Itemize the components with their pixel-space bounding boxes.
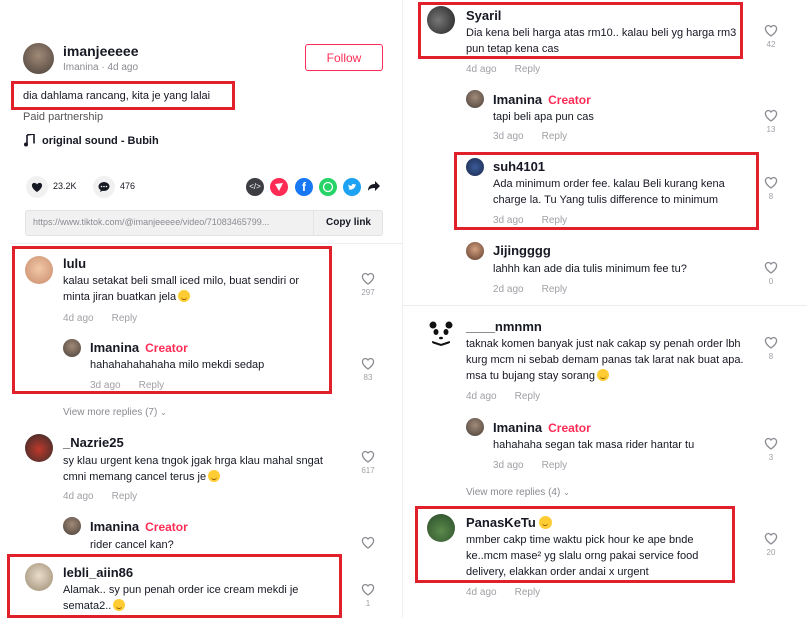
follow-button-label: Follow [326,51,362,65]
reply-meta: 2d ago Reply [493,284,568,295]
comment-like[interactable]: 297 [356,272,380,297]
share-arrow-icon[interactable] [367,179,381,198]
comment-text: taknak komen banyak just nak cakap sy pe… [466,338,744,382]
twitter-icon[interactable] [343,178,361,196]
creator-badge: Creator [548,421,591,435]
reply-link[interactable]: Reply [542,460,568,471]
reply-username[interactable]: Imanina Creator [90,519,188,534]
reply-link[interactable]: Reply [112,491,138,502]
whatsapp-icon[interactable] [319,178,337,196]
heart-outline-icon [361,450,375,463]
grin-emoji-icon [208,470,221,482]
share-send-icon[interactable] [270,178,288,196]
reply-text: rider cancel kan? [90,539,174,551]
reply-like[interactable]: 3 [759,437,783,462]
post-author-avatar[interactable] [23,43,54,74]
panasketu-highlight [415,506,735,583]
comment-username[interactable]: ____nmnmn [466,319,542,334]
reply-text: lahhh kan ade dia tulis minimum fee tu? [493,263,687,275]
left-section-divider [10,243,402,244]
chevron-down-icon: ⌄ [160,408,167,417]
sound-name[interactable]: original sound - Bubih [42,135,159,147]
reply-meta: 3d ago Reply [493,131,568,142]
comment-meta: 4d ago Reply [466,64,541,75]
reply-username[interactable]: Imanina Creator [493,420,591,435]
syaril-highlight [418,2,743,59]
heart-outline-icon [361,583,375,596]
column-divider [402,0,403,618]
comment-like[interactable]: 42 [759,24,783,49]
caption-highlight [11,81,235,110]
reply-like[interactable]: 13 [759,109,783,134]
reply-link[interactable]: Reply [515,587,541,598]
reply-username[interactable]: Imanina Creator [493,92,591,107]
reply-link[interactable]: Reply [515,64,541,75]
reply-like[interactable] [356,536,380,549]
panda-avatar[interactable] [427,318,455,346]
lebli-highlight [7,554,342,618]
comment-like[interactable]: 8 [759,336,783,361]
reply-like[interactable]: 0 [759,261,783,286]
reply-link[interactable]: Reply [542,284,568,295]
lulu-thread-highlight [12,246,332,394]
comment-like[interactable]: 1 [356,583,380,608]
copy-link-button[interactable]: Copy link [313,210,383,236]
facebook-icon[interactable]: f [295,178,313,196]
grin-emoji-icon [597,369,610,381]
creator-badge: Creator [548,93,591,107]
comment-like[interactable]: 617 [356,450,380,475]
heart-outline-icon [361,272,375,285]
comment-like[interactable]: 20 [759,532,783,557]
follow-button[interactable]: Follow [305,44,383,71]
video-url-text[interactable]: https://www.tiktok.com/@imanjeeeee/video… [33,217,303,227]
comment-meta: 4d ago Reply [466,391,541,402]
reply-like[interactable]: 8 [759,176,783,201]
comment-text: sy klau urgent kena tngok jgak hrga klau… [63,455,323,483]
like-count: 23.2K [53,181,77,191]
copy-link-label: Copy link [325,217,371,228]
heart-outline-icon [764,176,778,189]
reply-text: hahahaha segan tak masa rider hantar tu [493,439,695,451]
right-section-divider [403,305,807,306]
reply-link[interactable]: Reply [542,131,568,142]
chevron-down-icon: ⌄ [563,488,570,497]
reply-like[interactable]: 83 [356,357,380,382]
reply-username[interactable]: Jijingggg [493,243,551,258]
reply-avatar[interactable] [466,242,484,260]
paid-partnership-label: Paid partnership [23,111,104,123]
heart-outline-icon [764,336,778,349]
heart-outline-icon [764,532,778,545]
comment-meta: 4d ago Reply [466,587,541,598]
creator-badge: Creator [145,520,188,534]
comment-bubble-icon[interactable] [93,176,115,198]
reply-link[interactable]: Reply [515,391,541,402]
comment-username[interactable]: _Nazrie25 [63,435,124,450]
reply-avatar[interactable] [63,517,81,535]
suh4101-highlight [454,152,759,230]
embed-code-icon[interactable]: </> [246,178,264,196]
post-author-name[interactable]: imanjeeeee [63,43,139,59]
comment-avatar[interactable] [25,434,53,462]
comment-count: 476 [120,181,136,191]
heart-outline-icon [764,109,778,122]
post-author-sub: Imanina · 4d ago [63,62,139,73]
heart-outline-icon [361,536,375,549]
like-heart-icon[interactable] [26,176,48,198]
reply-avatar[interactable] [466,418,484,436]
view-more-replies-button[interactable]: View more replies (7) ⌄ [63,407,167,418]
heart-outline-icon [764,437,778,450]
reply-avatar[interactable] [466,90,484,108]
heart-outline-icon [764,24,778,37]
reply-text: tapi beli apa pun cas [493,111,594,123]
heart-outline-icon [361,357,375,370]
heart-outline-icon [764,261,778,274]
music-note-icon [23,133,35,152]
reply-meta: 3d ago Reply [493,460,568,471]
view-more-replies-button[interactable]: View more replies (4) ⌄ [466,487,570,498]
comment-meta: 4d ago Reply [63,491,138,502]
